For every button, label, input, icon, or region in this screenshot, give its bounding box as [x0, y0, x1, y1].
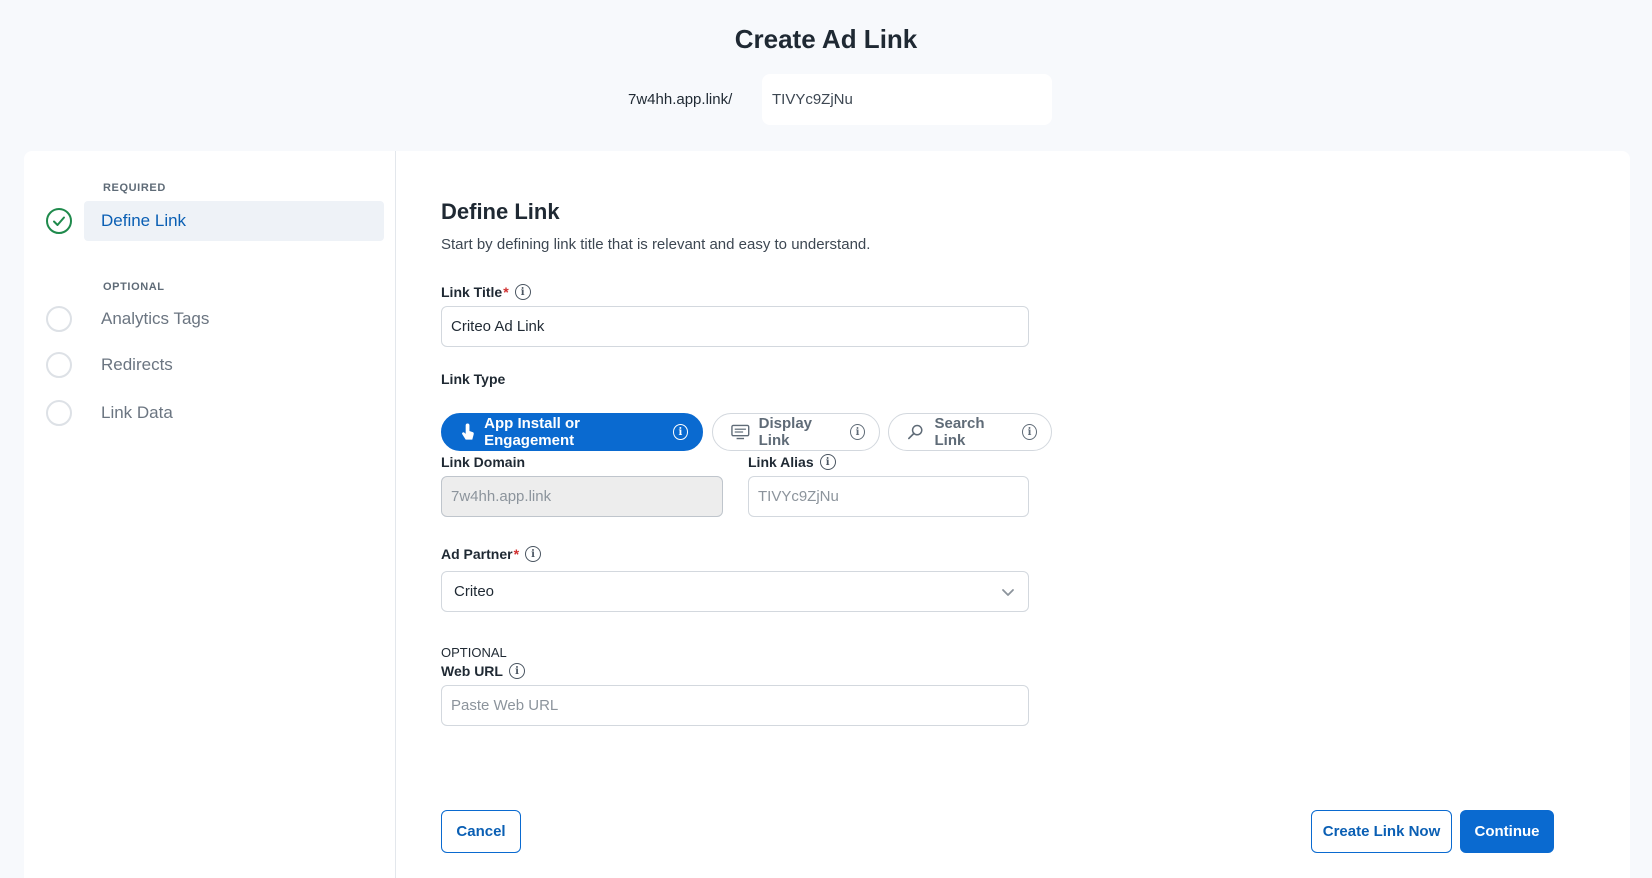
continue-button[interactable]: Continue — [1460, 810, 1554, 853]
web-url-input[interactable]: Paste Web URL — [441, 685, 1029, 726]
page-title: Create Ad Link — [734, 24, 918, 54]
step-define-link[interactable]: Define Link — [24, 201, 396, 241]
step-analytics-tags[interactable]: Analytics Tags — [24, 299, 396, 339]
web-url-label-text: Web URL — [441, 663, 503, 679]
link-alias-preview[interactable]: TIVYc9ZjNu — [762, 74, 1052, 125]
optional-section-label: OPTIONAL — [103, 281, 165, 293]
link-type-search-link[interactable]: Search Link i — [888, 413, 1052, 451]
create-link-now-button[interactable]: Create Link Now — [1311, 810, 1452, 853]
info-icon[interactable]: i — [1022, 424, 1037, 440]
info-icon[interactable]: i — [525, 546, 542, 562]
check-circle-icon — [46, 208, 72, 234]
step-label: Redirects — [101, 355, 173, 374]
step-redirects[interactable]: Redirects — [24, 345, 396, 385]
link-alias-input[interactable]: TIVYc9ZjNu — [748, 476, 1029, 517]
link-title-label: Link Title * i — [441, 284, 531, 300]
empty-circle-icon — [46, 400, 72, 426]
link-type-label-text: Link Type — [441, 371, 506, 387]
touch-icon — [462, 423, 474, 440]
pill-label: App Install or Engagement — [484, 415, 580, 449]
link-domain-label-text: Link Domain — [441, 454, 526, 470]
create-link-card: REQUIRED Define Link OPTIONAL Analytics … — [24, 151, 1630, 878]
pill-label: Display Link — [758, 415, 812, 449]
ad-partner-label: Ad Partner * i — [441, 546, 542, 562]
chevron-down-icon — [1002, 589, 1014, 596]
define-link-form: Define Link Start by defining link title… — [441, 151, 1601, 878]
web-url-optional-tag: OPTIONAL — [441, 645, 507, 660]
search-icon — [908, 424, 923, 440]
required-asterisk: * — [513, 546, 520, 562]
cancel-button[interactable]: Cancel — [441, 810, 521, 853]
required-section-label: REQUIRED — [103, 182, 166, 194]
ad-partner-label-text: Ad Partner — [441, 546, 513, 562]
info-icon[interactable]: i — [508, 663, 525, 679]
link-title-label-text: Link Title — [441, 284, 503, 300]
link-alias-label-text: Link Alias — [748, 454, 814, 470]
link-domain-input: 7w4hh.app.link — [441, 476, 723, 517]
link-type-display-link[interactable]: Display Link i — [712, 413, 880, 451]
link-title-input[interactable]: Criteo Ad Link — [441, 306, 1029, 347]
required-asterisk: * — [503, 284, 509, 300]
ad-partner-value: Criteo — [454, 583, 495, 600]
link-domain-prefix: 7w4hh.app.link/ — [628, 91, 733, 108]
empty-circle-icon — [46, 352, 72, 378]
info-icon[interactable]: i — [849, 424, 866, 440]
steps-sidebar: REQUIRED Define Link OPTIONAL Analytics … — [24, 151, 396, 878]
form-subtitle: Start by defining link title that is rel… — [441, 236, 871, 253]
link-type-app-install[interactable]: App Install or Engagement i — [441, 413, 703, 451]
empty-circle-icon — [46, 306, 72, 332]
step-label: Analytics Tags — [101, 309, 210, 328]
form-heading: Define Link — [441, 199, 560, 224]
step-label: Link Data — [101, 403, 173, 422]
link-alias-label: Link Alias i — [748, 454, 836, 470]
link-domain-label: Link Domain — [441, 454, 525, 470]
link-url-preview: 7w4hh.app.link/ TIVYc9ZjNu — [628, 74, 1052, 125]
step-label: Define Link — [101, 211, 187, 230]
web-url-label: Web URL i — [441, 663, 525, 679]
step-link-data[interactable]: Link Data — [24, 393, 396, 433]
display-icon — [731, 424, 750, 440]
pill-label: Search Link — [934, 415, 985, 449]
link-type-label: Link Type — [441, 371, 505, 387]
info-icon[interactable]: i — [819, 454, 836, 470]
ad-partner-select[interactable]: Criteo — [441, 571, 1029, 612]
info-icon[interactable]: i — [514, 284, 531, 300]
info-icon[interactable]: i — [672, 424, 688, 440]
